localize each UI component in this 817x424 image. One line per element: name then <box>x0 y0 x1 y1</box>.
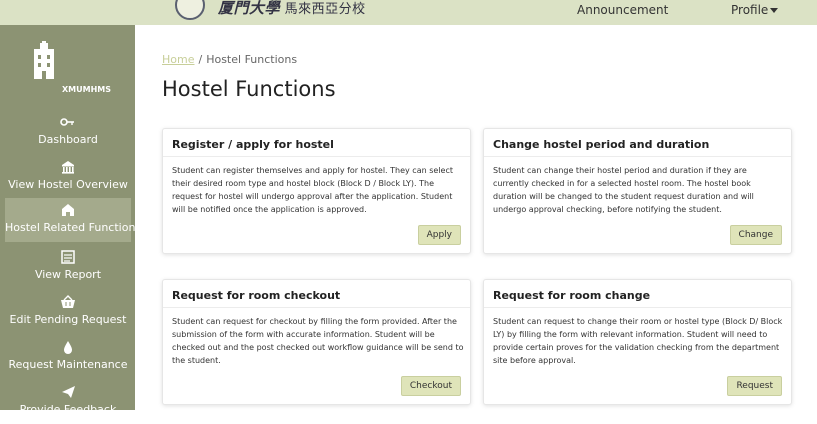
nav-profile-label: Profile <box>731 3 769 17</box>
card-change-hostel-period: Change hostel period and duration Studen… <box>483 128 792 254</box>
sidebar-item-label: View Hostel Overview <box>8 178 128 191</box>
key-icon <box>60 118 74 126</box>
basket-icon <box>61 295 75 308</box>
sidebar-item-hostel-related-functions[interactable]: Hostel Related Functions <box>5 198 142 242</box>
university-name: 厦門大學 馬來西亞分校 <box>218 0 366 18</box>
card-divider <box>163 307 470 308</box>
change-button[interactable]: Change <box>729 225 782 245</box>
card-body: Student can request for checkout by fill… <box>172 317 464 365</box>
breadcrumb-separator: / <box>198 53 203 66</box>
main-content: Home / Hostel Functions Hostel Functions R… <box>135 25 817 410</box>
breadcrumb: Home / Hostel Functions <box>162 53 297 66</box>
building-icon <box>62 161 74 174</box>
caret-down-icon <box>770 8 779 13</box>
card-body: Student can request to change their room… <box>493 317 783 365</box>
hostel-building-logo-icon <box>34 41 54 79</box>
card-divider <box>163 156 470 157</box>
report-icon <box>61 250 75 264</box>
card-register-hostel: Register / apply for hostel Student can … <box>162 128 471 254</box>
card-title: Register / apply for hostel <box>172 138 334 151</box>
card-body: Student can register themselves and appl… <box>172 166 453 214</box>
card-title: Request for room change <box>493 289 651 302</box>
university-name-sub: 馬來西亞分校 <box>284 2 366 17</box>
card-divider <box>484 307 791 308</box>
sidebar-item-label: Request Maintenance <box>8 358 128 371</box>
sidebar-item-label: Hostel Related Functions <box>5 221 142 234</box>
home-icon <box>62 204 74 216</box>
sidebar-item-label: Dashboard <box>38 133 98 146</box>
card-title: Change hostel period and duration <box>493 138 710 151</box>
sidebar-item-view-hostel-overview[interactable]: View Hostel Overview <box>5 155 131 199</box>
card-room-checkout: Request for room checkout Student can re… <box>162 279 471 405</box>
top-navbar: 厦門大學 馬來西亞分校 Announcement Profile <box>0 0 817 25</box>
card-title: Request for room checkout <box>172 289 341 302</box>
sidebar-item-request-maintenance[interactable]: Request Maintenance <box>5 335 131 379</box>
breadcrumb-home-link[interactable]: Home <box>162 53 194 66</box>
nav-profile-dropdown[interactable]: Profile <box>731 3 779 17</box>
university-seal-logo <box>175 0 205 20</box>
checkout-button[interactable]: Checkout <box>400 376 461 396</box>
drop-icon <box>64 341 72 354</box>
card-room-change: Request for room change Student can requ… <box>483 279 792 405</box>
nav-announcement-link[interactable]: Announcement <box>577 3 668 17</box>
sidebar-item-provide-feedback[interactable]: Provide Feedback <box>5 380 131 424</box>
card-divider <box>484 156 791 157</box>
send-icon <box>62 386 75 398</box>
university-name-main: 厦門大學 <box>218 0 281 17</box>
sidebar-item-label: Edit Pending Request <box>9 313 127 326</box>
sidebar-item-edit-pending-request[interactable]: Edit Pending Request <box>5 290 131 334</box>
request-button[interactable]: Request <box>727 376 782 396</box>
sidebar-item-label: View Report <box>34 268 102 281</box>
breadcrumb-current: Hostel Functions <box>206 53 298 66</box>
sidebar-brand-text: XMUMHMS <box>62 85 112 94</box>
sidebar-item-view-report[interactable]: View Report <box>5 245 131 289</box>
sidebar-item-dashboard[interactable]: Dashboard <box>5 110 131 154</box>
page-title: Hostel Functions <box>162 77 336 101</box>
card-body: Student can change their hostel period a… <box>493 166 754 214</box>
sidebar: XMUMHMS Dashboard View Hostel Overview H… <box>0 25 142 416</box>
apply-button[interactable]: Apply <box>417 225 461 245</box>
